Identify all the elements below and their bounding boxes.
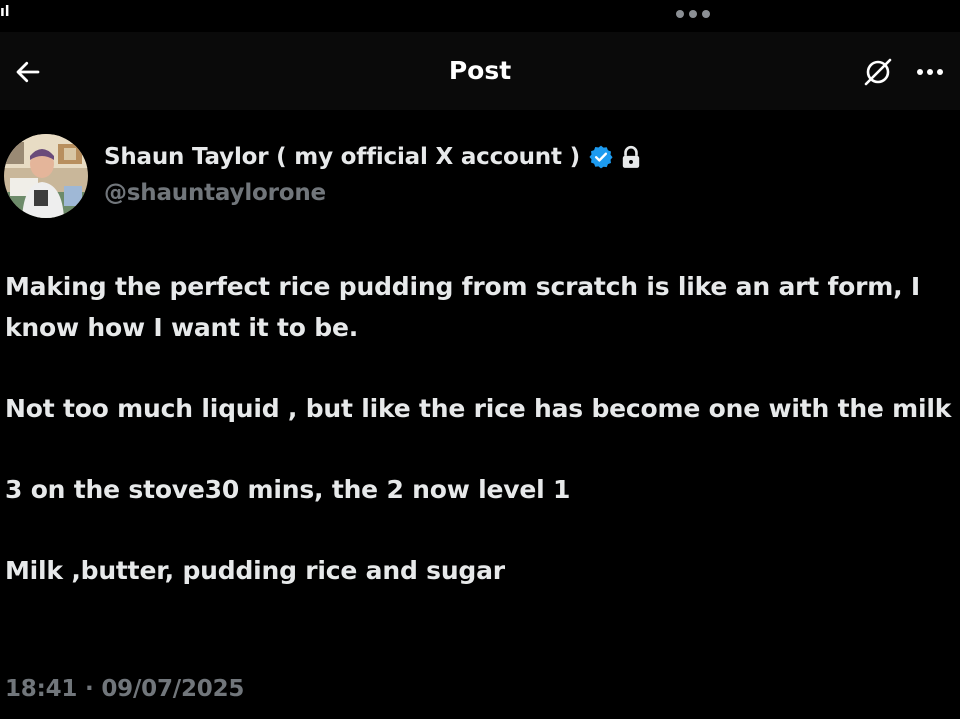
dot — [702, 10, 710, 18]
grok-button[interactable] — [860, 54, 896, 90]
more-horizontal-icon — [917, 69, 923, 75]
dot — [689, 10, 697, 18]
avatar[interactable] — [4, 134, 88, 218]
post-paragraph: Not too much liquid , but like the rice … — [5, 394, 952, 423]
post-paragraph: Milk ,butter, pudding rice and sugar — [5, 556, 505, 585]
grok-icon — [864, 58, 892, 86]
post-paragraph: 3 on the stove30 mins, the 2 now level 1 — [5, 475, 571, 504]
status-bar: ıl — [0, 0, 960, 32]
display-name[interactable]: Shaun Taylor ( my official X account ) — [104, 144, 580, 170]
page-title: Post — [448, 56, 512, 85]
signal-icon: ıl — [0, 4, 10, 20]
verified-badge-icon[interactable] — [588, 144, 614, 170]
lock-icon — [620, 145, 642, 169]
post-timestamp[interactable]: 18:41 · 09/07/2025 — [5, 676, 244, 702]
post-author-header: Shaun Taylor ( my official X account ) @… — [0, 110, 960, 230]
user-handle[interactable]: @shauntaylorone — [104, 180, 326, 206]
more-horizontal-icon — [927, 69, 933, 75]
avatar-image — [4, 134, 88, 218]
post-text: Making the perfect rice pudding from scr… — [5, 266, 955, 631]
dot — [676, 10, 684, 18]
top-nav-bar: Post — [0, 32, 960, 110]
multitasking-dots[interactable] — [676, 10, 710, 18]
post-paragraph: Making the perfect rice pudding from scr… — [5, 272, 921, 342]
more-horizontal-icon — [937, 69, 943, 75]
display-name-row: Shaun Taylor ( my official X account ) — [104, 144, 642, 170]
more-options-button[interactable] — [910, 54, 950, 90]
